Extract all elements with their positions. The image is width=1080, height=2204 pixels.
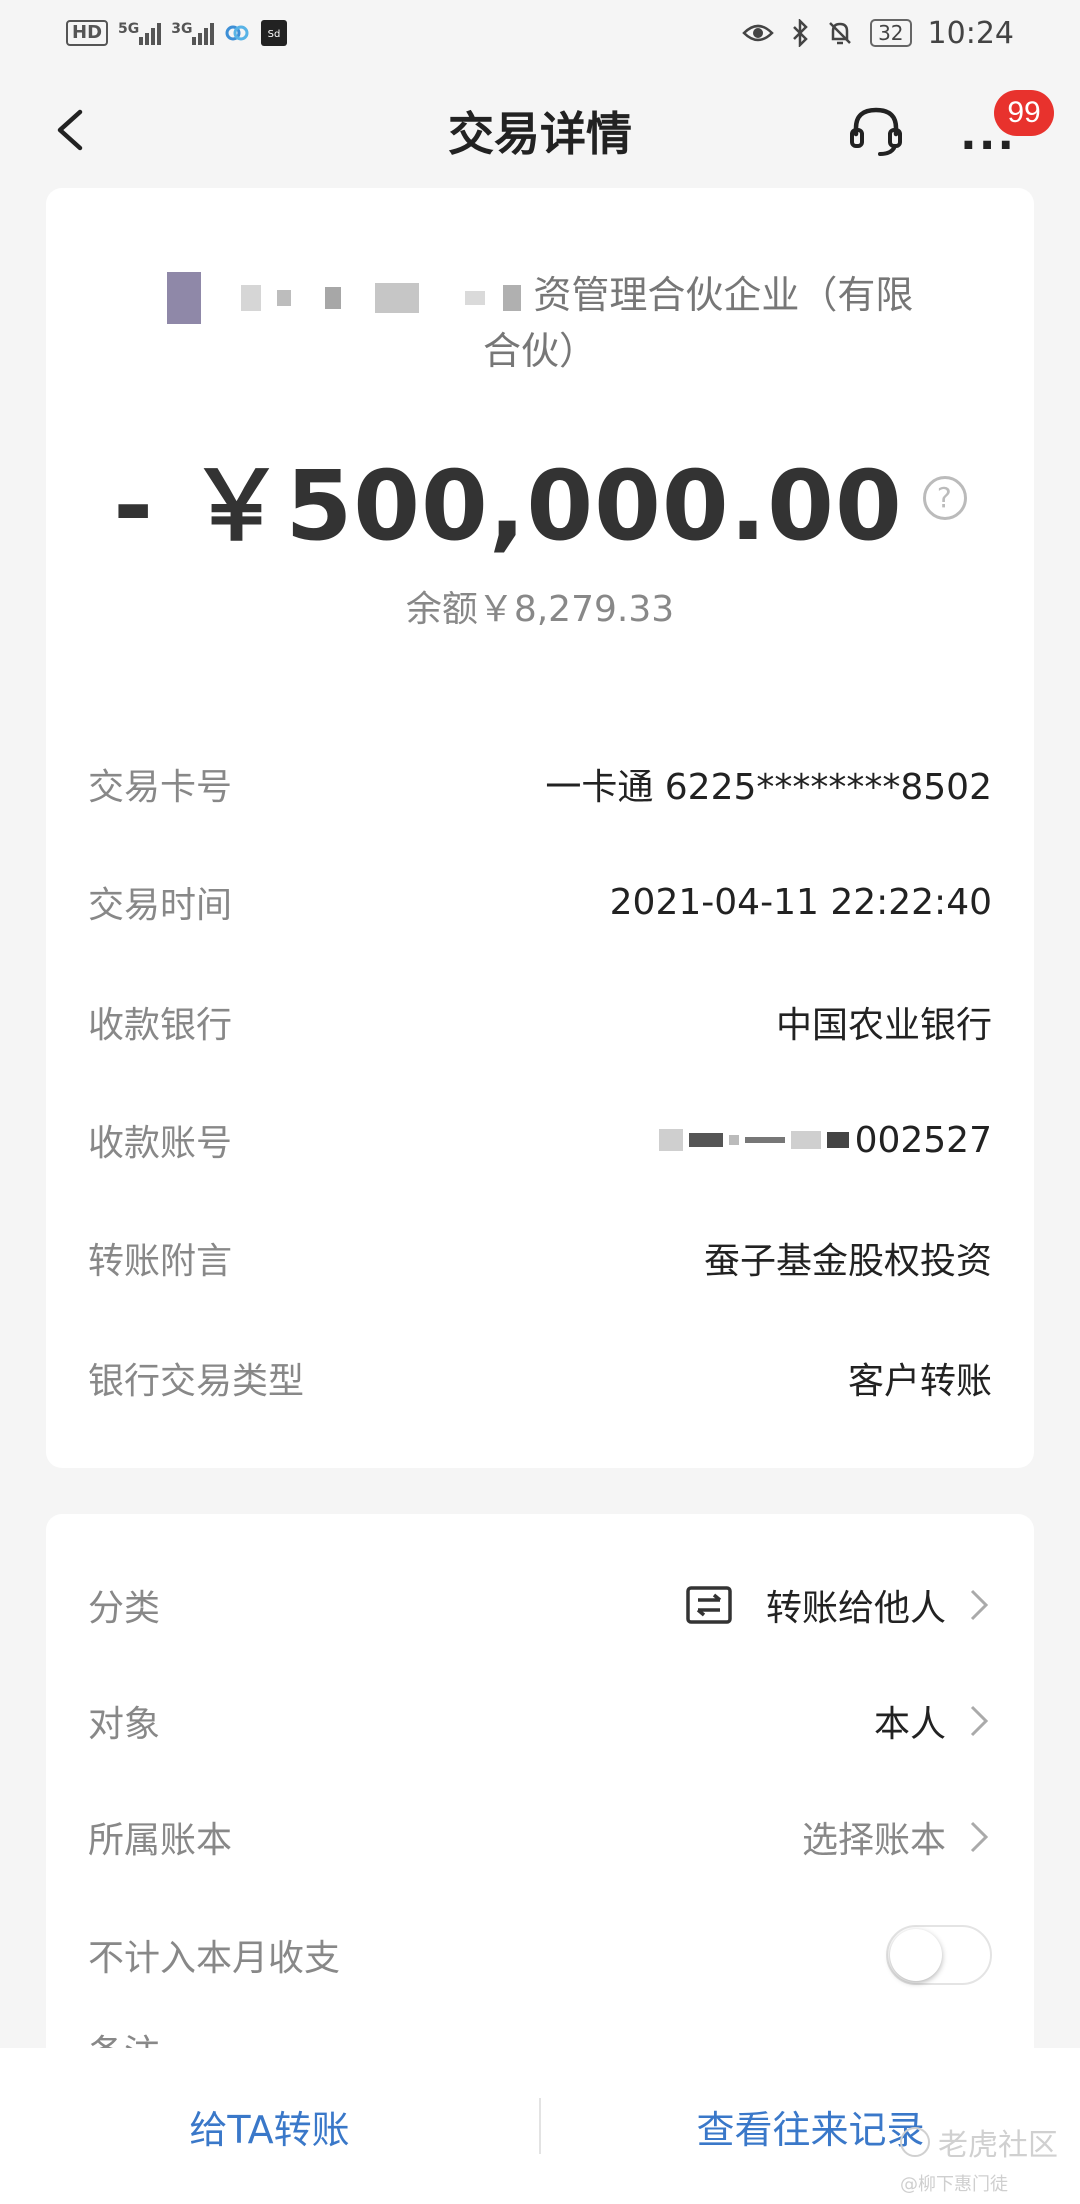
exclude-row: 不计入本月收支	[88, 1920, 992, 1990]
watermark-subtitle: @柳下惠门徒	[900, 2174, 1008, 2195]
category-label: 分类	[88, 1588, 161, 1629]
account-redacted	[658, 1129, 849, 1151]
watermark-title: 老虎社区	[938, 2128, 1058, 2163]
amount-row: - ￥500,000.00?	[46, 428, 1034, 567]
battery-indicator: 32	[870, 19, 912, 47]
payee-name: 资管理合伙企业（有限 合伙）	[46, 268, 1034, 378]
transaction-card: 资管理合伙企业（有限 合伙） - ￥500,000.00? 余额￥8,279.3…	[46, 188, 1034, 1468]
category-value-group: 转账给他人	[686, 1579, 992, 1631]
detail-value: 中国农业银行	[775, 1005, 992, 1046]
detail-value: 一卡通 6225********8502	[545, 767, 992, 808]
5g-label: 5G	[118, 21, 140, 37]
chevron-right-icon	[970, 1589, 989, 1621]
detail-label: 银行交易类型	[88, 1361, 305, 1402]
status-right-icons: 32 10:24	[742, 16, 1014, 51]
detail-value: 蚕子基金股权投资	[703, 1241, 992, 1282]
detail-label: 收款账号	[88, 1123, 233, 1164]
back-arrow-icon[interactable]	[46, 100, 96, 160]
eye-icon	[742, 24, 774, 42]
help-question-icon[interactable]: ?	[922, 476, 967, 520]
balance-text: 余额￥8,279.33	[405, 589, 675, 630]
navigation-header: 交易详情 ··· 99	[0, 66, 1080, 196]
status-bar: HD 5G 3G Sd 32 10:24	[0, 0, 1080, 66]
category-value: 转账给他人	[765, 1588, 946, 1629]
watermark-title-row: 老虎社区	[900, 2120, 1080, 2164]
exclude-label: 不计入本月收支	[88, 1938, 341, 1979]
payee-line-1: 资管理合伙企业（有限	[46, 268, 1034, 324]
detail-row-time: 交易时间 2021-04-11 22:22:40	[88, 872, 992, 932]
ledger-value-group: 选择账本	[802, 1811, 992, 1863]
transaction-amount: - ￥500,000.00	[113, 450, 903, 562]
ledger-row[interactable]: 所属账本 选择账本	[88, 1802, 992, 1872]
detail-label: 交易卡号	[88, 767, 233, 808]
toggle-knob	[890, 1929, 942, 1981]
chevron-right-icon	[970, 1705, 989, 1737]
bluetooth-icon	[793, 19, 808, 47]
detail-row-card-number: 交易卡号 一卡通 6225********8502	[88, 754, 992, 814]
detail-row-memo: 转账附言 蚕子基金股权投资	[88, 1228, 992, 1288]
target-label: 对象	[88, 1704, 161, 1745]
detail-row-bank: 收款银行 中国农业银行	[88, 992, 992, 1052]
app-icon-2: Sd	[261, 20, 288, 46]
target-value-group: 本人	[874, 1695, 992, 1747]
clock: 10:24	[927, 15, 1014, 51]
hd-icon: HD	[66, 20, 109, 46]
page-title: 交易详情	[448, 107, 632, 161]
ledger-label: 所属账本	[88, 1820, 233, 1861]
detail-row-type: 银行交易类型 客户转账	[88, 1348, 992, 1408]
category-row[interactable]: 分类 转账给他人	[88, 1570, 992, 1640]
note-label-partial: 备注	[88, 2024, 160, 2050]
status-left-icons: HD 5G 3G Sd	[66, 19, 288, 47]
detail-label: 收款银行	[88, 1005, 233, 1046]
target-value: 本人	[873, 1704, 946, 1745]
detail-label: 交易时间	[88, 885, 233, 926]
transfer-to-them-button[interactable]: 给TA转账	[0, 2099, 539, 2154]
detail-value-masked: 002527	[658, 1119, 992, 1161]
chevron-right-icon	[970, 1821, 989, 1853]
detail-value: 2021-04-11 22:22:40	[609, 881, 992, 923]
ledger-value: 选择账本	[801, 1820, 946, 1861]
5g-signal-icon: 5G	[118, 21, 162, 45]
svg-text:Sd: Sd	[268, 29, 281, 40]
notification-badge: 99	[994, 90, 1054, 136]
mute-bell-icon	[829, 22, 851, 45]
app-icon-1	[225, 25, 249, 41]
tiger-community-logo-icon	[900, 2127, 930, 2157]
payee-line-2: 合伙）	[482, 328, 597, 373]
transfer-category-icon	[686, 1586, 732, 1624]
detail-label: 转账附言	[88, 1241, 233, 1282]
payee-name-redacted	[166, 271, 201, 324]
3g-signal-icon: 3G	[171, 21, 215, 45]
payee-name-visible: 资管理合伙企业（有限	[533, 273, 914, 317]
detail-row-account: 收款账号 002527	[88, 1110, 992, 1170]
exclude-toggle[interactable]	[886, 1925, 992, 1985]
more-menu-button[interactable]: ··· 99	[960, 90, 1054, 171]
watermark: 老虎社区 @柳下惠门徒	[900, 2120, 1080, 2204]
target-row[interactable]: 对象 本人	[88, 1686, 992, 1756]
customer-service-headset-icon[interactable]	[846, 100, 906, 160]
detail-value: 客户转账	[847, 1361, 992, 1402]
account-suffix: 002527	[854, 1119, 992, 1161]
3g-label: 3G	[171, 21, 193, 37]
